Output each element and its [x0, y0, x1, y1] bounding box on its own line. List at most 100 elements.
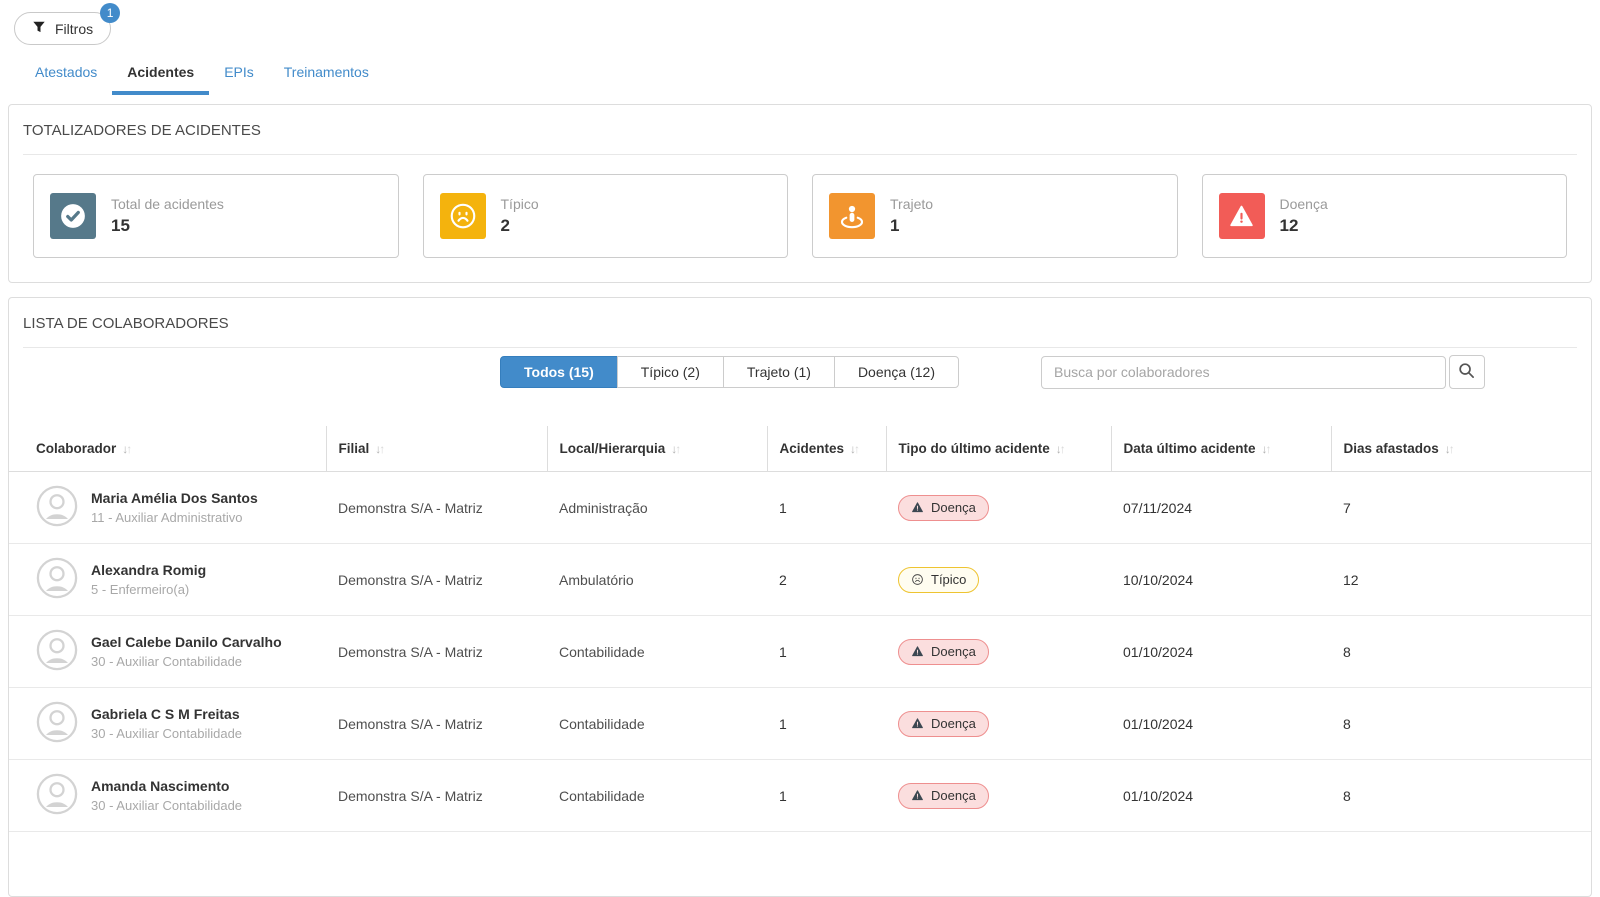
totalizer-label: Típico: [500, 196, 539, 212]
toolbar: Filtros 1 Atestados Acidentes EPIs Treiname…: [0, 0, 1600, 95]
totalizer-card-doenca: Doença 12: [1201, 174, 1567, 258]
avatar-icon: [36, 773, 78, 818]
cell-colaborador: Maria Amélia Dos Santos 11 - Auxiliar Adm…: [9, 471, 326, 544]
cell-data-ultimo-acidente: 10/10/2024: [1111, 543, 1331, 616]
totalizer-card-tipico: Típico 2: [422, 174, 788, 258]
collaborator-role: 30 - Auxiliar Contabilidade: [91, 654, 243, 669]
cell-filial: Demonstra S/A - Matriz: [326, 471, 547, 544]
totalizer-cards: Total de acidentes 15 Típico 2 Trajeto 1 Doenç…: [9, 155, 1591, 282]
cell-local: Contabilidade: [547, 687, 767, 760]
list-controls: Todos (15) Típico (2) Trajeto (1) Doença (1…: [9, 348, 1591, 389]
filter-button-trajeto[interactable]: Trajeto (1): [722, 356, 835, 388]
column-header-filial[interactable]: Filial ↓↑: [325, 426, 547, 472]
tab-treinamentos[interactable]: Treinamentos: [269, 58, 384, 95]
totalizer-label: Trajeto: [890, 196, 934, 212]
column-header-acidentes[interactable]: Acidentes ↓↑: [766, 426, 886, 472]
table-row[interactable]: Alexandra Romig 5 - Enfermeiro(a) Demonstr…: [9, 543, 1591, 616]
column-label: Tipo do último acidente: [898, 441, 1050, 456]
search-input[interactable]: [1040, 355, 1446, 389]
filter-button-doenca[interactable]: Doença (12): [833, 356, 959, 388]
warning-triangle-icon: [911, 789, 924, 802]
sort-icon: ↓↑: [850, 442, 860, 456]
cell-colaborador: Gael Calebe Danilo Carvalho 30 - Auxiliar…: [9, 615, 326, 688]
collaborators-panel: LISTA DE COLABORADORES Todos (15) Típico …: [8, 297, 1592, 897]
status-badge-doenca: Doença: [898, 494, 989, 521]
tab-atestados[interactable]: Atestados: [20, 58, 112, 95]
cell-tipo-ultimo-acidente: Doença: [886, 471, 1111, 544]
column-header-tipo-ultimo-acidente[interactable]: Tipo do último acidente ↓↑: [885, 426, 1111, 472]
filter-funnel-icon: [32, 20, 46, 37]
tab-acidentes[interactable]: Acidentes: [112, 58, 210, 95]
cell-acidentes: 1: [767, 615, 886, 688]
tab-epis[interactable]: EPIs: [209, 58, 269, 95]
sort-icon: ↓↑: [122, 442, 132, 456]
filters-label: Filtros: [55, 20, 94, 37]
search-button[interactable]: [1448, 355, 1485, 389]
status-badge-doenca: Doença: [898, 638, 989, 665]
list-title: LISTA DE COLABORADORES: [23, 315, 229, 332]
table-row[interactable]: Gabriela C S M Freitas 30 - Auxiliar Cont…: [9, 687, 1591, 760]
accident-type-filter-group: Todos (15) Típico (2) Trajeto (1) Doença (1…: [500, 356, 959, 388]
totalizer-value: 2: [500, 216, 510, 235]
check-circle-icon: [50, 193, 96, 239]
column-header-colaborador[interactable]: Colaborador ↓↑: [9, 426, 326, 472]
warning-triangle-icon: [911, 717, 924, 730]
cell-data-ultimo-acidente: 01/10/2024: [1111, 687, 1331, 760]
cell-dias-afastados: 7: [1331, 471, 1591, 544]
collaborator-name: Amanda Nascimento: [91, 778, 230, 794]
collaborator-name: Alexandra Romig: [91, 562, 207, 578]
cell-colaborador: Amanda Nascimento 30 - Auxiliar Contabili…: [9, 759, 326, 832]
search-icon: [1458, 362, 1475, 382]
table-header-row: Colaborador ↓↑ Filial ↓↑ Local/Hierarquia ↓↑ A…: [9, 426, 1591, 472]
collaborators-table: Colaborador ↓↑ Filial ↓↑ Local/Hierarquia ↓↑ A…: [9, 426, 1591, 832]
column-label: Dias afastados: [1343, 441, 1439, 456]
cell-filial: Demonstra S/A - Matriz: [326, 615, 547, 688]
badge-label: Doença: [931, 787, 976, 803]
totalizer-label: Total de acidentes: [111, 196, 224, 212]
filters-button[interactable]: Filtros 1: [14, 3, 121, 45]
table-row[interactable]: Maria Amélia Dos Santos 11 - Auxiliar Adm…: [9, 471, 1591, 544]
sort-icon: ↓↑: [1261, 442, 1272, 456]
warning-triangle-icon: [911, 501, 924, 514]
cell-tipo-ultimo-acidente: Típico: [886, 543, 1111, 616]
collaborator-role: 5 - Enfermeiro(a): [91, 582, 190, 597]
warning-triangle-icon: [911, 645, 924, 658]
cell-dias-afastados: 12: [1331, 543, 1591, 616]
collaborator-name: Gabriela C S M Freitas: [91, 706, 240, 722]
cell-data-ultimo-acidente: 01/10/2024: [1111, 759, 1331, 832]
totalizer-card-total: Total de acidentes 15: [33, 174, 399, 258]
sort-icon: ↓↑: [1444, 442, 1455, 456]
cell-data-ultimo-acidente: 07/11/2024: [1111, 471, 1331, 544]
column-label: Data último acidente: [1123, 441, 1256, 456]
column-label: Local/Hierarquia: [559, 441, 666, 456]
search: [1040, 355, 1485, 389]
status-badge-tipico: Típico: [898, 566, 980, 593]
sort-icon: ↓↑: [375, 442, 385, 456]
tabs: Atestados Acidentes EPIs Treinamentos: [14, 58, 1586, 95]
totalizer-value: 12: [1279, 216, 1299, 235]
filter-button-tipico[interactable]: Típico (2): [616, 356, 724, 388]
table-row[interactable]: Gael Calebe Danilo Carvalho 30 - Auxiliar…: [9, 615, 1591, 688]
collaborator-role: 30 - Auxiliar Contabilidade: [91, 798, 243, 813]
badge-label: Doença: [931, 715, 976, 731]
sort-icon: ↓↑: [671, 442, 681, 456]
filter-button-todos[interactable]: Todos (15): [500, 356, 618, 388]
table-row[interactable]: Amanda Nascimento 30 - Auxiliar Contabili…: [9, 759, 1591, 832]
status-badge-doenca: Doença: [898, 710, 989, 737]
column-header-data-ultimo-acidente[interactable]: Data último acidente ↓↑: [1110, 426, 1331, 472]
cell-acidentes: 2: [767, 543, 886, 616]
column-label: Filial: [338, 441, 370, 456]
cell-dias-afastados: 8: [1331, 759, 1591, 832]
cell-tipo-ultimo-acidente: Doença: [886, 615, 1111, 688]
cell-data-ultimo-acidente: 01/10/2024: [1111, 615, 1331, 688]
cell-colaborador: Gabriela C S M Freitas 30 - Auxiliar Cont…: [9, 687, 326, 760]
avatar-icon: [36, 557, 78, 602]
column-header-local-hierarquia[interactable]: Local/Hierarquia ↓↑: [546, 426, 767, 472]
sad-face-icon: [439, 193, 486, 239]
column-header-dias-afastados[interactable]: Dias afastados ↓↑: [1330, 426, 1591, 472]
sad-face-icon: [911, 573, 924, 586]
column-label: Colaborador: [36, 441, 117, 456]
cell-local: Contabilidade: [547, 759, 767, 832]
cell-filial: Demonstra S/A - Matriz: [326, 543, 547, 616]
collaborator-name: Maria Amélia Dos Santos: [91, 490, 258, 506]
